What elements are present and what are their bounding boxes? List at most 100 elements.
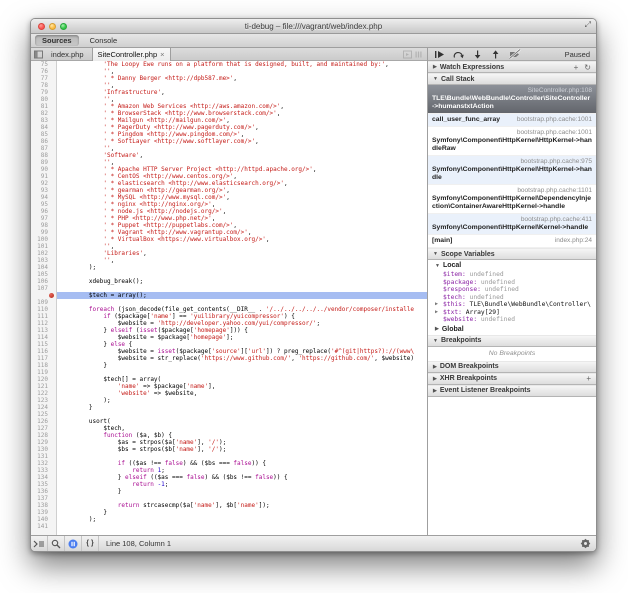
line-number[interactable]: 124 — [31, 404, 57, 411]
line-number[interactable]: 101 — [31, 243, 57, 250]
line-number[interactable]: 98 — [31, 222, 57, 229]
scope-group-global[interactable]: ▶ Global — [428, 324, 596, 335]
line-number[interactable]: 110 — [31, 306, 57, 313]
line-number[interactable]: 82 — [31, 110, 57, 117]
code-line[interactable]: 103 '', — [31, 257, 427, 264]
code-line[interactable]: 94 ' * MySQL <http://www.mysql.com/>', — [31, 194, 427, 201]
code-line[interactable]: 114 $website = $package['homepage']; — [31, 334, 427, 341]
scope-variable[interactable]: ▶$this: TLE\Bundle\WebBundle\Controller\ — [428, 301, 596, 309]
line-number[interactable]: 121 — [31, 383, 57, 390]
code-line[interactable]: 100 ' * VirtualBox <https://www.virtualb… — [31, 236, 427, 243]
xhr-breakpoints-header[interactable]: ▶ XHR Breakpoints + — [428, 373, 596, 385]
code-line[interactable]: 75 'The Loopy Ewe runs on a platform tha… — [31, 61, 427, 68]
line-number[interactable]: 91 — [31, 173, 57, 180]
line-number[interactable]: 138 — [31, 502, 57, 509]
line-number[interactable]: 118 — [31, 362, 57, 369]
code-line[interactable]: 106 xdebug_break(); — [31, 278, 427, 285]
line-number[interactable]: 86 — [31, 138, 57, 145]
line-number[interactable]: 119 — [31, 369, 57, 376]
code-line[interactable]: 139 } — [31, 509, 427, 516]
code-line[interactable]: 129 $as = strpos($a['name'], '/'); — [31, 439, 427, 446]
dom-breakpoints-header[interactable]: ▶ DOM Breakpoints — [428, 361, 596, 373]
code-line[interactable]: 133 return 1; — [31, 467, 427, 474]
code-line[interactable]: 86 ' * SoftLayer <http://www.softlayer.c… — [31, 138, 427, 145]
chevron-right-icon[interactable]: ▶ — [435, 301, 438, 309]
line-number[interactable]: 80 — [31, 96, 57, 103]
line-number[interactable]: 122 — [31, 390, 57, 397]
call-stack-frame[interactable]: bootstrap.php.cache:975Symfony\Component… — [428, 156, 596, 185]
call-stack-frame[interactable]: bootstrap.php.cache:1101Symfony\Componen… — [428, 185, 596, 214]
show-navigator-icon[interactable] — [34, 50, 43, 59]
line-number[interactable]: 76 — [31, 68, 57, 75]
code-line[interactable]: 80 '', — [31, 96, 427, 103]
code-line[interactable]: 121 'name' => $package['name'], — [31, 383, 427, 390]
code-line[interactable]: 126 usort( — [31, 418, 427, 425]
code-line[interactable]: 98 ' * Puppet <http://puppetlabs.com/>', — [31, 222, 427, 229]
resize-window-icon[interactable]: ⤢ — [585, 20, 591, 30]
step-over-button[interactable] — [453, 50, 464, 59]
tab-pin-icon[interactable] — [415, 50, 422, 59]
code-line[interactable]: 109 — [31, 299, 427, 306]
line-number[interactable]: 109 — [31, 299, 57, 306]
line-number[interactable]: 107 — [31, 285, 57, 292]
tab-sources[interactable]: Sources — [35, 35, 79, 46]
code-line[interactable]: 83 ' * Mailgun <http://mailgun.com/>', — [31, 117, 427, 124]
code-line[interactable]: 112 $website = 'http://developer.yahoo.c… — [31, 320, 427, 327]
line-number[interactable]: 129 — [31, 439, 57, 446]
code-line[interactable]: 119 — [31, 369, 427, 376]
pretty-print-button[interactable]: { } — [82, 536, 99, 551]
code-line[interactable]: 85 ' * Pingdom <http://www.pingdom.com/>… — [31, 131, 427, 138]
breakpoint-gutter[interactable] — [31, 292, 57, 299]
line-number[interactable]: 94 — [31, 194, 57, 201]
code-line[interactable]: 95 ' * nginx <http://nginx.org/>', — [31, 201, 427, 208]
line-number[interactable]: 116 — [31, 348, 57, 355]
code-line[interactable]: 118 } — [31, 362, 427, 369]
code-line[interactable]: 135 return -1; — [31, 481, 427, 488]
code-line[interactable]: 101 '', — [31, 243, 427, 250]
code-line[interactable]: 115 } else { — [31, 341, 427, 348]
line-number[interactable]: 75 — [31, 61, 57, 68]
line-number[interactable]: 90 — [31, 166, 57, 173]
close-window-button[interactable] — [38, 23, 45, 30]
line-number[interactable]: 93 — [31, 187, 57, 194]
line-number[interactable]: 105 — [31, 271, 57, 278]
line-number[interactable]: 97 — [31, 215, 57, 222]
code-line[interactable]: 77 ' * Danny Berger <http://dpb587.me>', — [31, 75, 427, 82]
code-line[interactable]: 76 '', — [31, 68, 427, 75]
step-out-button[interactable] — [491, 50, 500, 59]
line-number[interactable]: 92 — [31, 180, 57, 187]
refresh-watch-icon[interactable]: ↻ — [584, 63, 591, 72]
line-number[interactable]: 125 — [31, 411, 57, 418]
call-stack-frame[interactable]: SiteController.php:108TLE\Bundle\WebBund… — [428, 85, 596, 114]
watch-expressions-header[interactable]: ▶ Watch Expressions + ↻ — [428, 61, 596, 73]
file-tab-index-php[interactable]: index.php — [46, 48, 89, 61]
line-number[interactable]: 96 — [31, 208, 57, 215]
line-number[interactable]: 139 — [31, 509, 57, 516]
code-line[interactable]: 82 ' * BrowserStack <http://www.browsers… — [31, 110, 427, 117]
zoom-window-button[interactable] — [60, 23, 67, 30]
code-line[interactable]: 122 'website' => $website, — [31, 390, 427, 397]
code-line[interactable]: 104 ); — [31, 264, 427, 271]
breakpoint-icon[interactable] — [49, 293, 54, 298]
close-tab-icon[interactable]: × — [160, 51, 164, 58]
code-line[interactable]: 124 } — [31, 404, 427, 411]
code-line[interactable]: 120 $tech[] = array( — [31, 376, 427, 383]
line-number[interactable]: 126 — [31, 418, 57, 425]
call-stack-frame[interactable]: [main]index.php:24 — [428, 235, 596, 248]
call-stack-header[interactable]: ▼ Call Stack — [428, 73, 596, 85]
code-line[interactable]: 123 ); — [31, 397, 427, 404]
code-line[interactable]: 127 $tech, — [31, 425, 427, 432]
add-watch-icon[interactable]: + — [574, 63, 579, 72]
line-number[interactable]: 131 — [31, 453, 57, 460]
line-number[interactable]: 135 — [31, 481, 57, 488]
code-line[interactable]: 105 — [31, 271, 427, 278]
chevron-right-icon[interactable]: ▶ — [435, 309, 438, 317]
line-number[interactable]: 140 — [31, 516, 57, 523]
scope-variables-header[interactable]: ▼ Scope Variables — [428, 248, 596, 260]
code-line[interactable]: 88 'Software', — [31, 152, 427, 159]
line-number[interactable]: 77 — [31, 75, 57, 82]
breakpoints-header[interactable]: ▼ Breakpoints — [428, 335, 596, 347]
line-number[interactable]: 141 — [31, 523, 57, 530]
code-line[interactable]: 117 $website = str_replace('https://www.… — [31, 355, 427, 362]
line-number[interactable]: 127 — [31, 425, 57, 432]
